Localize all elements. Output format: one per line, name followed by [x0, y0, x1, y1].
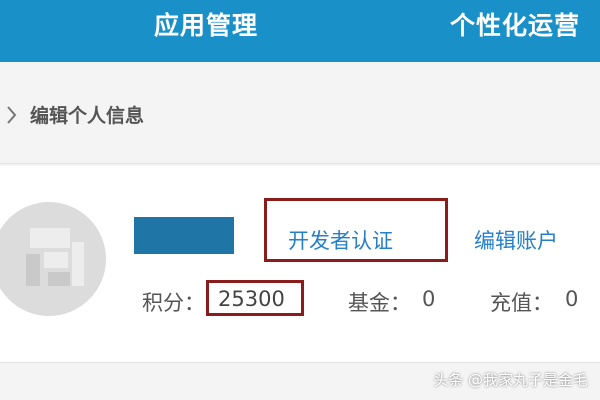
fund-value: 0: [422, 287, 436, 311]
recharge-label: 充值：: [490, 291, 553, 315]
avatar: [0, 202, 106, 316]
edit-profile-row[interactable]: 编辑个人信息: [0, 92, 600, 140]
points-label: 积分：: [142, 291, 205, 315]
fund-label: 基金：: [348, 291, 411, 315]
developer-cert-link[interactable]: 开发者认证: [288, 225, 393, 255]
tab-personalized-operation[interactable]: 个性化运营: [450, 6, 580, 42]
section-title: 编辑个人信息: [30, 105, 145, 127]
points-value: 25300: [218, 287, 285, 311]
divider: [0, 362, 600, 363]
recharge-value: 0: [565, 287, 579, 311]
username-redacted: [134, 217, 234, 254]
profile-card: 开发者认证 编辑账户 积分： 25300 基金： 0 充值： 0: [0, 166, 600, 362]
tab-app-management[interactable]: 应用管理: [154, 6, 258, 42]
chevron-right-icon: [7, 106, 17, 124]
divider: [0, 163, 600, 164]
edit-account-link[interactable]: 编辑账户: [474, 225, 558, 255]
top-nav-bar: 应用管理 个性化运营: [0, 0, 600, 62]
watermark: 头条 @我家丸子是金毛: [433, 371, 588, 389]
